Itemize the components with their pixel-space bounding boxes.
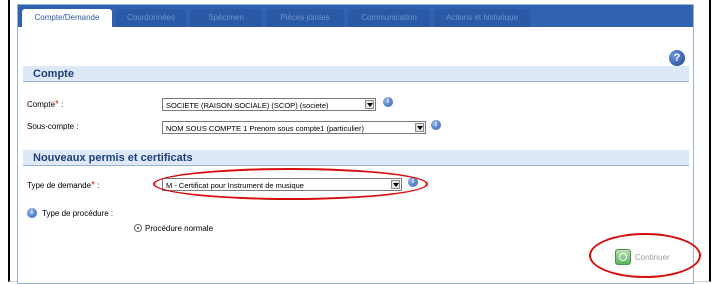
procedure-normale-radio[interactable] bbox=[134, 224, 142, 232]
info-icon[interactable]: i bbox=[431, 120, 441, 130]
info-icon[interactable]: i bbox=[27, 208, 37, 218]
type-demande-select-value: M - Certificat pour Instrument de musiqu… bbox=[166, 181, 304, 190]
tab-communication[interactable]: Communication bbox=[348, 9, 430, 27]
help-icon[interactable]: ? bbox=[669, 50, 685, 66]
chevron-down-icon[interactable] bbox=[365, 100, 374, 109]
chevron-down-icon[interactable] bbox=[391, 180, 400, 189]
section-permis-title: Nouveaux permis et certificats bbox=[23, 150, 689, 166]
tab-compte-demande[interactable]: Compte/Demande bbox=[22, 9, 112, 27]
chevron-down-icon[interactable] bbox=[415, 123, 424, 132]
required-asterisk-icon: * bbox=[91, 180, 95, 191]
info-icon[interactable]: i bbox=[383, 97, 393, 107]
compte-select[interactable]: SOCIETE (RAISON SOCIALE) (SCOP) (societe… bbox=[162, 98, 376, 111]
sous-compte-select-value: NOM SOUS COMPTE 1 Prenom sous compte1 (p… bbox=[166, 124, 364, 133]
tab-bar: Compte/Demande Coordonnées Spécimen Pièc… bbox=[18, 5, 693, 27]
required-asterisk-icon: * bbox=[55, 99, 59, 110]
tab-pieces-jointes[interactable]: Pièces jointes bbox=[266, 9, 344, 27]
compte-label: Compte* : bbox=[27, 99, 64, 110]
check-circle-icon[interactable] bbox=[615, 249, 631, 265]
section-compte-title: Compte bbox=[23, 66, 689, 82]
tab-specimen[interactable]: Spécimen bbox=[190, 9, 262, 27]
continue-button[interactable]: Continuer bbox=[635, 253, 670, 262]
compte-select-value: SOCIETE (RAISON SOCIALE) (SCOP) (societe… bbox=[166, 101, 329, 110]
type-demande-label-text: Type de demande bbox=[27, 181, 92, 190]
type-demande-label: Type de demande* : bbox=[27, 180, 100, 191]
procedure-normale-label: Procédure normale bbox=[145, 224, 214, 233]
compte-label-text: Compte bbox=[27, 100, 56, 109]
sous-compte-label: Sous-compte : bbox=[27, 122, 79, 131]
tab-actions-historique[interactable]: Actions et historique bbox=[434, 9, 530, 27]
type-demande-select[interactable]: M - Certificat pour Instrument de musiqu… bbox=[162, 178, 402, 191]
type-procedure-label: Type de procédure : bbox=[42, 209, 114, 218]
tab-coordonnees[interactable]: Coordonnées bbox=[116, 9, 186, 27]
form-panel: Compte/Demande Coordonnées Spécimen Pièc… bbox=[17, 4, 694, 284]
info-icon[interactable]: i bbox=[408, 177, 418, 187]
sous-compte-select[interactable]: NOM SOUS COMPTE 1 Prenom sous compte1 (p… bbox=[162, 121, 426, 134]
